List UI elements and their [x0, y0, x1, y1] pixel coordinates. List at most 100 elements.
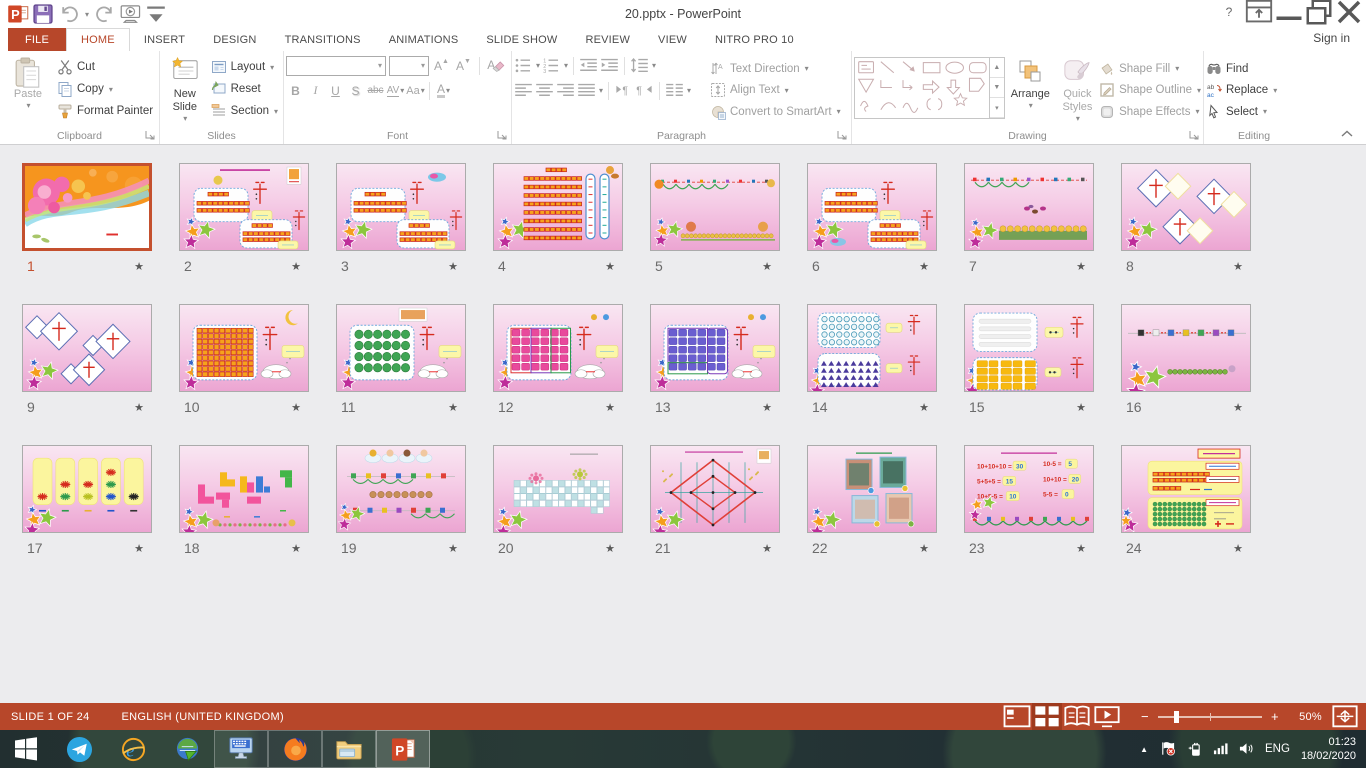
font-size-combo[interactable]: ▾	[389, 56, 429, 76]
slide-thumbnail-1[interactable]	[22, 163, 152, 251]
taskbar-clock[interactable]: 01:23 18/02/2020	[1301, 735, 1356, 764]
section-button[interactable]: Section▾	[208, 100, 281, 122]
clipboard-dialog-launcher[interactable]	[145, 130, 156, 141]
change-case-button[interactable]: Aa▾	[406, 81, 425, 101]
shapes-gallery[interactable]: ▲▼▾	[854, 57, 1005, 119]
strikethrough-button[interactable]: abc	[366, 81, 385, 101]
font-name-combo[interactable]: ▾	[286, 56, 386, 76]
collapse-ribbon-button[interactable]	[1340, 129, 1354, 139]
repeat-button[interactable]	[95, 3, 117, 25]
align-right-button[interactable]	[556, 81, 575, 101]
font-dialog-launcher[interactable]	[497, 130, 508, 141]
increase-font-size-button[interactable]: A▲	[432, 56, 451, 76]
slide-thumbnail-18[interactable]	[179, 445, 309, 533]
bold-button[interactable]: B	[286, 81, 305, 101]
start-button[interactable]	[0, 730, 52, 768]
shapes-scroll-up-icon[interactable]: ▲	[990, 58, 1004, 78]
justify-button[interactable]	[577, 81, 596, 101]
shapes-more-icon[interactable]: ▾	[990, 98, 1004, 118]
slide-thumbnail-11[interactable]	[336, 304, 466, 392]
slide-thumbnail-23[interactable]: 10+10+10 =305+5+5 =1510+5-5 =1010-5 =510…	[964, 445, 1094, 533]
zoom-slider-thumb[interactable]	[1174, 711, 1179, 723]
slide-thumbnail-5[interactable]	[650, 163, 780, 251]
slide-thumbnail-4[interactable]	[493, 163, 623, 251]
quick-styles-button[interactable]: Quick Styles▾	[1056, 53, 1099, 130]
restore-button[interactable]	[1304, 0, 1334, 23]
bullets-button[interactable]	[514, 56, 533, 76]
clear-formatting-button[interactable]: A	[486, 56, 505, 76]
undo-dropdown-icon[interactable]: ▾	[82, 3, 92, 25]
tab-transitions[interactable]: TRANSITIONS	[271, 28, 375, 51]
shape-effects-button[interactable]: Shape Effects▾	[1099, 101, 1201, 123]
normal-view-button[interactable]	[1002, 703, 1032, 730]
slide-thumbnail-21[interactable]	[650, 445, 780, 533]
slide-sorter-view-button[interactable]	[1032, 703, 1062, 730]
tab-insert[interactable]: INSERT	[130, 28, 199, 51]
decrease-indent-button[interactable]	[579, 56, 598, 76]
underline-button[interactable]: U	[326, 81, 345, 101]
slide-thumbnail-22[interactable]	[807, 445, 937, 533]
tab-slide-show[interactable]: SLIDE SHOW	[472, 28, 571, 51]
sign-in-link[interactable]: Sign in	[1313, 31, 1350, 45]
slide-thumbnail-7[interactable]	[964, 163, 1094, 251]
shape-outline-button[interactable]: Shape Outline▾	[1099, 80, 1201, 102]
align-text-button[interactable]: Align Text▾	[710, 80, 841, 102]
tab-home[interactable]: HOME	[66, 28, 130, 51]
tab-nitro-pro-10[interactable]: NITRO PRO 10	[701, 28, 808, 51]
zoom-level[interactable]: 50%	[1284, 711, 1322, 723]
zoom-slider[interactable]	[1158, 716, 1262, 718]
taskbar-telegram-button[interactable]	[52, 730, 106, 768]
copy-button[interactable]: Copy▾	[54, 78, 156, 100]
slide-thumbnail-20[interactable]	[493, 445, 623, 533]
fit-to-window-button[interactable]	[1330, 703, 1360, 730]
slide-thumbnail-24[interactable]	[1121, 445, 1251, 533]
taskbar-firefox-button[interactable]	[268, 730, 322, 768]
new-slide-button[interactable]: New Slide ▾	[162, 53, 208, 130]
slide-thumbnail-9[interactable]	[22, 304, 152, 392]
text-direction-button[interactable]: AText Direction▾	[710, 58, 841, 80]
format-painter-button[interactable]: Format Painter	[54, 100, 156, 122]
tab-animations[interactable]: ANIMATIONS	[375, 28, 473, 51]
slide-thumbnail-2[interactable]	[179, 163, 309, 251]
italic-button[interactable]: I	[306, 81, 325, 101]
customize-qat-button[interactable]	[145, 3, 167, 25]
font-color-button[interactable]: A▾	[434, 81, 453, 101]
slide-show-button[interactable]	[1092, 703, 1122, 730]
start-slideshow-button[interactable]	[120, 3, 142, 25]
slide-thumbnail-15[interactable]	[964, 304, 1094, 392]
slide-thumbnail-16[interactable]	[1121, 304, 1251, 392]
align-left-button[interactable]	[514, 81, 533, 101]
slide-thumbnail-17[interactable]	[22, 445, 152, 533]
convert-smartart-button[interactable]: Convert to SmartArt▾	[710, 101, 841, 123]
numbering-button[interactable]: 123	[542, 56, 561, 76]
replace-button[interactable]: abacReplace▾	[1206, 80, 1277, 102]
show-hidden-icons-button[interactable]: ▲	[1140, 745, 1148, 754]
minimize-button[interactable]	[1274, 0, 1304, 23]
tab-view[interactable]: VIEW	[644, 28, 701, 51]
taskbar-on-screen-keyboard-button[interactable]	[214, 730, 268, 768]
arrange-button[interactable]: Arrange▾	[1005, 53, 1056, 130]
taskbar-idm-button[interactable]	[160, 730, 214, 768]
left-to-right-button[interactable]: ¶	[614, 81, 633, 101]
zoom-out-button[interactable]: −	[1136, 709, 1154, 724]
volume-icon[interactable]	[1239, 742, 1254, 755]
network-icon[interactable]	[1213, 742, 1228, 755]
save-button[interactable]	[32, 3, 54, 25]
reading-view-button[interactable]	[1062, 703, 1092, 730]
tab-review[interactable]: REVIEW	[571, 28, 644, 51]
paragraph-dialog-launcher[interactable]	[837, 130, 848, 141]
help-button[interactable]: ?	[1214, 0, 1244, 23]
slide-thumbnail-6[interactable]	[807, 163, 937, 251]
language-indicator[interactable]: ENGLISH (UNITED KINGDOM)	[122, 711, 284, 723]
right-to-left-button[interactable]: ¶	[635, 81, 654, 101]
taskbar-file-explorer-button[interactable]	[322, 730, 376, 768]
ribbon-display-options-button[interactable]	[1244, 0, 1274, 23]
character-spacing-button[interactable]: AV▾	[386, 81, 405, 101]
drawing-dialog-launcher[interactable]	[1189, 130, 1200, 141]
action-center-flag-icon[interactable]	[1159, 741, 1176, 756]
slide-thumbnail-13[interactable]	[650, 304, 780, 392]
undo-button[interactable]	[57, 3, 79, 25]
line-spacing-button[interactable]	[630, 56, 649, 76]
slide-thumbnail-10[interactable]	[179, 304, 309, 392]
decrease-font-size-button[interactable]: A▼	[454, 56, 473, 76]
